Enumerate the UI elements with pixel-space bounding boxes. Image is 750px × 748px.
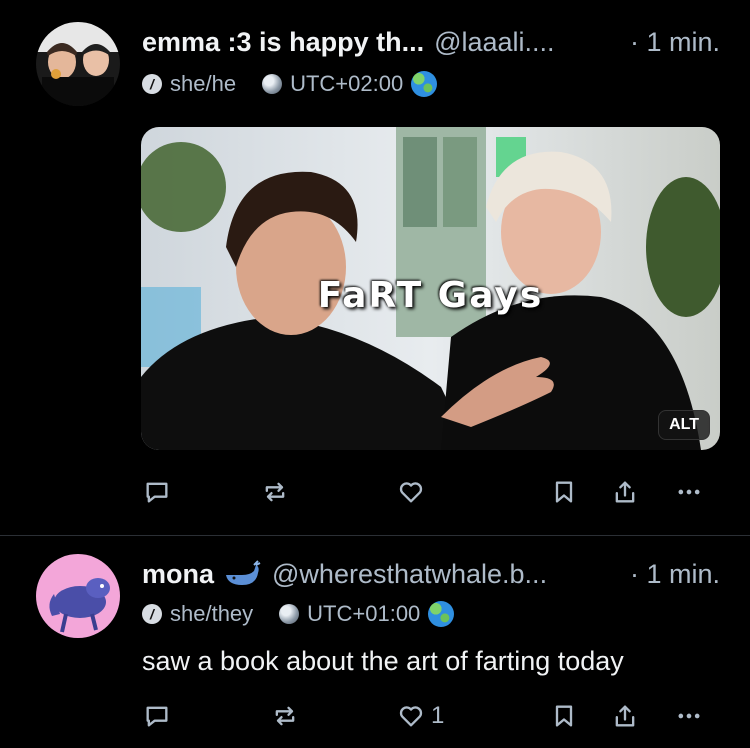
display-name[interactable]: emma :3 is happy th... xyxy=(142,27,424,58)
pronouns-label: she/they xyxy=(170,601,254,626)
reply-icon xyxy=(146,482,168,503)
reply-icon xyxy=(146,706,168,727)
timestamp[interactable]: · 1 min. xyxy=(622,27,720,58)
more-icon xyxy=(678,713,700,719)
share-icon xyxy=(615,481,635,503)
reply-button[interactable] xyxy=(143,472,171,512)
like-button[interactable]: 1 xyxy=(397,696,444,736)
pronouns-label: she/he xyxy=(170,71,237,96)
bookmark-button[interactable] xyxy=(550,696,578,736)
earth-icon xyxy=(411,71,438,97)
post-1[interactable]: emma :3 is happy th... @laaali.... · 1 m… xyxy=(0,0,750,535)
repost-button[interactable] xyxy=(261,472,289,512)
share-icon xyxy=(615,705,635,727)
bookmark-icon xyxy=(555,705,573,727)
like-button[interactable] xyxy=(397,472,425,512)
whale-icon xyxy=(226,560,261,585)
more-button[interactable] xyxy=(675,696,703,736)
share-button[interactable] xyxy=(611,472,639,512)
heart-icon xyxy=(399,482,423,503)
timestamp[interactable]: · 1 min. xyxy=(622,559,720,590)
avatar[interactable] xyxy=(36,554,120,638)
share-button[interactable] xyxy=(611,696,639,736)
more-icon xyxy=(678,489,700,495)
handle[interactable]: @laaali.... xyxy=(434,27,554,58)
timezone-label: UTC+02:00 xyxy=(290,71,404,96)
avatar[interactable] xyxy=(36,22,120,106)
image-caption: FaRT Gays xyxy=(317,275,544,316)
more-button[interactable] xyxy=(675,472,703,512)
repost-icon xyxy=(275,706,295,726)
like-count: 1 xyxy=(431,702,445,729)
handle[interactable]: @wheresthatwhale.b... xyxy=(272,559,547,590)
bookmark-button[interactable] xyxy=(550,472,578,512)
pronouns-icon: / xyxy=(142,604,162,624)
timezone-icon xyxy=(279,604,300,624)
alt-badge[interactable]: ALT xyxy=(658,410,710,440)
repost-button[interactable] xyxy=(271,696,299,736)
repost-icon xyxy=(265,482,285,502)
reply-button[interactable] xyxy=(143,696,171,736)
heart-icon xyxy=(399,706,423,727)
post-text: saw a book about the art of farting toda… xyxy=(142,646,624,676)
timezone-label: UTC+01:00 xyxy=(307,601,421,626)
post-image[interactable]: FaRT Gays ALT xyxy=(141,127,720,450)
bookmark-icon xyxy=(555,481,573,503)
pronouns-icon: / xyxy=(142,74,162,94)
post-2[interactable]: mona @wheresthatwhale.b... · 1 min. / sh… xyxy=(0,536,750,748)
timezone-icon xyxy=(262,74,283,94)
display-name[interactable]: mona xyxy=(142,559,214,590)
earth-icon xyxy=(428,601,455,627)
